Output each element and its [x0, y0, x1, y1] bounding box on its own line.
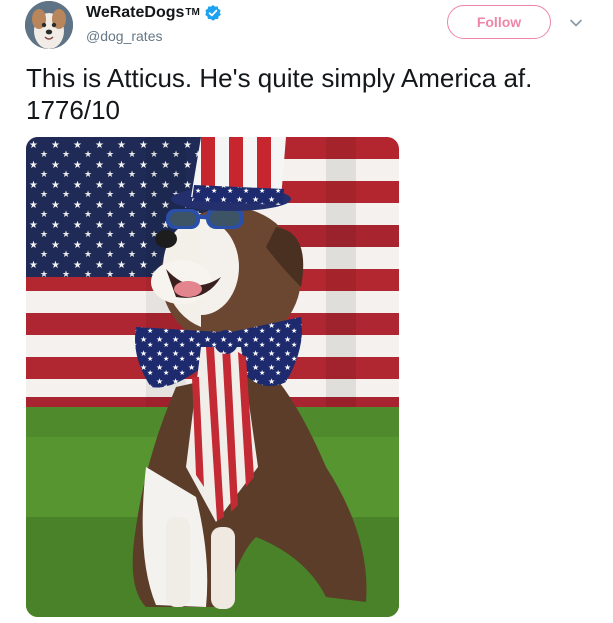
tweet-header: WeRateDogs TM @dog_rates Follow: [0, 0, 613, 60]
account-handle[interactable]: @dog_rates: [86, 28, 222, 44]
dog-flag-photo: ★ ★ ★ ★: [26, 137, 399, 617]
tweet-photo[interactable]: ★ ★ ★ ★: [26, 137, 399, 617]
account-names: WeRateDogs TM @dog_rates: [86, 4, 222, 44]
display-name[interactable]: WeRateDogs TM: [86, 4, 222, 22]
dog-avatar-image: [25, 1, 73, 49]
chevron-down-icon[interactable]: [568, 15, 584, 31]
tweet-text-line: 1776/10: [26, 95, 120, 125]
tweet-text-line: This is Atticus. He's quite simply Ameri…: [26, 63, 533, 93]
tweet-text: This is Atticus. He's quite simply Ameri…: [26, 62, 586, 126]
follow-button[interactable]: Follow: [447, 5, 551, 39]
trademark-symbol: TM: [185, 7, 200, 18]
display-name-text: WeRateDogs: [86, 4, 185, 21]
avatar[interactable]: [25, 1, 73, 49]
verified-badge-icon: [204, 4, 222, 22]
